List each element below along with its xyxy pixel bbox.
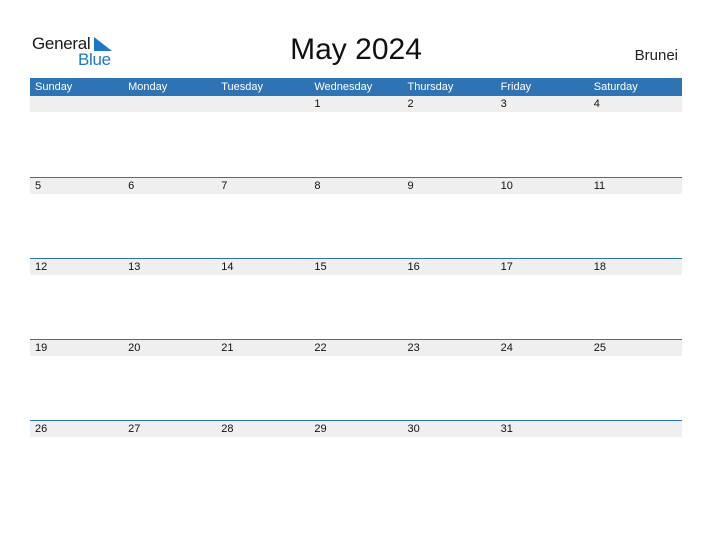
week-row: 1 2 3 4: [30, 96, 682, 112]
day-cell: 17: [500, 261, 513, 273]
week-row: 19 20 21 22 23 24 25: [30, 339, 682, 356]
day-cell: 25: [593, 342, 606, 354]
day-cell: [123, 96, 216, 112]
date-strip: 5 6 7 8 9 10 11: [30, 178, 682, 194]
day-cell: 3: [500, 98, 507, 110]
day-cell: 9: [407, 180, 414, 192]
weekday-header-row: Sunday Monday Tuesday Wednesday Thursday…: [30, 78, 682, 96]
weekday-header-friday: Friday: [500, 81, 532, 93]
day-cell: 20: [128, 342, 141, 354]
weekday-header-thursday: Thursday: [407, 81, 454, 93]
day-cell: 6: [128, 180, 135, 192]
day-cell: 12: [35, 261, 48, 273]
day-cell: 10: [500, 180, 513, 192]
date-strip: 12 13 14 15 16 17 18: [30, 259, 682, 275]
day-cell: 1: [314, 98, 321, 110]
day-cell: 23: [407, 342, 420, 354]
day-cell: 16: [407, 261, 420, 273]
day-cell: 21: [221, 342, 234, 354]
day-cell: 7: [221, 180, 228, 192]
day-cell: [216, 96, 309, 112]
day-cell: 31: [500, 423, 513, 435]
day-cell: 28: [221, 423, 234, 435]
day-cell: 15: [314, 261, 327, 273]
day-cell: 13: [128, 261, 141, 273]
day-cell: 19: [35, 342, 48, 354]
day-cell: 14: [221, 261, 234, 273]
date-strip: 1 2 3 4: [30, 96, 682, 112]
week-row: 26 27 28 29 30 31: [30, 420, 682, 437]
weekday-header-wednesday: Wednesday: [314, 81, 373, 93]
weekday-header-saturday: Saturday: [593, 81, 638, 93]
weekday-header-sunday: Sunday: [35, 81, 73, 93]
day-cell: 27: [128, 423, 141, 435]
day-cell: 30: [407, 423, 420, 435]
day-cell: 29: [314, 423, 327, 435]
day-cell: 4: [593, 98, 600, 110]
day-cell: 8: [314, 180, 321, 192]
date-strip: 26 27 28 29 30 31: [30, 421, 682, 437]
day-cell: 22: [314, 342, 327, 354]
country-label: Brunei: [634, 47, 678, 64]
weekday-header-monday: Monday: [128, 81, 168, 93]
week-row: 12 13 14 15 16 17 18: [30, 258, 682, 275]
day-cell: 5: [35, 180, 42, 192]
day-cell: 11: [593, 180, 606, 192]
date-strip: 19 20 21 22 23 24 25: [30, 340, 682, 356]
day-cell: [30, 96, 123, 112]
day-cell: 2: [407, 98, 414, 110]
day-cell: 18: [593, 261, 606, 273]
calendar-title: May 2024: [290, 33, 422, 66]
week-row: 5 6 7 8 9 10 11: [30, 177, 682, 194]
calendar-grid: Sunday Monday Tuesday Wednesday Thursday…: [30, 78, 682, 437]
day-cell: 26: [35, 423, 48, 435]
day-cell: [589, 421, 682, 437]
day-cell: 24: [500, 342, 513, 354]
weekday-header-tuesday: Tuesday: [221, 81, 264, 93]
